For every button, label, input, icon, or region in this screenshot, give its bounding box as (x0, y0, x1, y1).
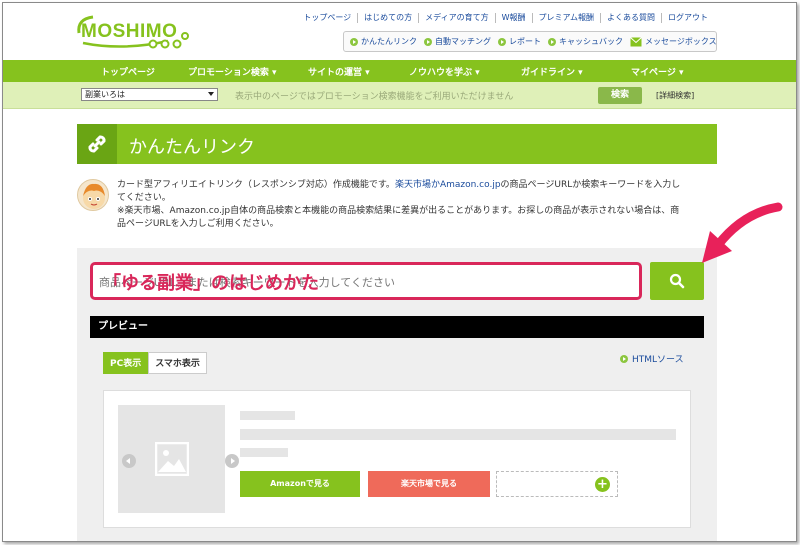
search-button[interactable]: 検索 (598, 87, 642, 104)
page-title-banner: かんたんリンク (77, 124, 717, 164)
intro-description: カード型アフィリエイトリンク（レスポンシブ対応）作成機能です。楽天市場かAmaz… (117, 180, 681, 229)
browser-frame: MOSHIMO トップページ はじめての方 メディアの育て方 W報酬 プレミアム… (2, 2, 797, 542)
toplink-w-reward[interactable]: W報酬 (494, 13, 532, 23)
preview-card: Amazonで見る 楽天市場で見る + (103, 390, 691, 528)
advanced-search-link[interactable]: [詳細検索] (656, 90, 694, 101)
next-image-arrow[interactable] (225, 454, 239, 468)
moshimo-logo[interactable]: MOSHIMO (73, 11, 198, 56)
tab-smartphone[interactable]: スマホ表示 (148, 352, 207, 374)
html-source-link[interactable]: HTMLソース (620, 352, 684, 365)
rakuten-button[interactable]: 楽天市場で見る (368, 471, 490, 497)
add-button-slot[interactable]: + (496, 471, 618, 497)
overlay-annotation-label: 「ゆる副業」のはじめかた (103, 273, 319, 294)
nav-top[interactable]: トップページ (101, 65, 155, 78)
quick-link-cashback[interactable]: キャッシュバック (548, 36, 623, 47)
quick-link-auto-matching[interactable]: 自動マッチング (424, 36, 491, 47)
plus-icon: + (595, 477, 610, 492)
intro-link[interactable]: 楽天市場かAmazon.co.jp (395, 180, 501, 190)
quick-link-bar: かんたんリンク 自動マッチング レポート キャッシュバック メッセージボックス (343, 31, 717, 52)
nav-mypage[interactable]: マイページ ▾ (631, 65, 683, 78)
promotion-search-bar: 副業いろは 表示中のページではプロモーション検索機能をご利用いただけません 検索… (3, 82, 796, 109)
main-nav: トップページ プロモーション検索 ▾ サイトの運営 ▾ ノウハウを学ぶ ▾ ガイ… (3, 60, 796, 82)
mascot-avatar (77, 179, 109, 211)
preview-header: プレビュー (90, 316, 704, 338)
price-placeholder (240, 448, 288, 457)
nav-guideline[interactable]: ガイドライン ▾ (521, 65, 583, 78)
toplink-faq[interactable]: よくある質問 (600, 13, 661, 23)
search-unavailable-notice: 表示中のページではプロモーション検索機能をご利用いただけません (235, 92, 514, 102)
title-icon-box (77, 124, 117, 164)
logo-text: MOSHIMO (81, 21, 177, 42)
link-tool-panel: 「ゆる副業」のはじめかた プレビュー PC表示 スマホ表示 HTMLソース (77, 248, 717, 541)
preview-tabs: PC表示 スマホ表示 (103, 352, 207, 374)
category-select[interactable]: 副業いろは (81, 88, 218, 101)
prev-image-arrow[interactable] (122, 454, 136, 468)
chevron-down-icon (208, 92, 214, 96)
nav-knowhow[interactable]: ノウハウを学ぶ ▾ (409, 65, 480, 78)
play-icon (424, 37, 432, 46)
link-icon (88, 135, 106, 153)
play-icon (620, 354, 628, 363)
toplink-beginner[interactable]: はじめての方 (357, 13, 418, 23)
mail-icon (630, 36, 642, 46)
play-icon (498, 37, 506, 46)
image-icon (155, 442, 189, 476)
amazon-button[interactable]: Amazonで見る (240, 471, 360, 497)
quick-link-messagebox[interactable]: メッセージボックス (630, 36, 717, 47)
toplink-premium[interactable]: プレミアム報酬 (531, 13, 600, 23)
toplink-top[interactable]: トップページ (297, 13, 357, 23)
tab-pc[interactable]: PC表示 (103, 352, 149, 374)
annotation-arrow-icon (702, 202, 783, 263)
product-image-placeholder (118, 405, 239, 513)
title-placeholder (240, 411, 295, 420)
toplink-media[interactable]: メディアの育て方 (418, 13, 494, 23)
play-icon (548, 37, 556, 46)
page-title: かんたんリンク (129, 137, 255, 158)
toplink-logout[interactable]: ログアウト (661, 13, 714, 23)
play-icon (350, 37, 358, 46)
text-placeholder (240, 429, 676, 440)
quick-link-kantan[interactable]: かんたんリンク (350, 36, 417, 47)
search-icon (669, 273, 685, 289)
top-links: トップページ はじめての方 メディアの育て方 W報酬 プレミアム報酬 よくある質… (297, 13, 714, 23)
nav-promotion-search[interactable]: プロモーション検索 ▾ (188, 65, 276, 78)
nav-site-management[interactable]: サイトの運営 ▾ (308, 65, 370, 78)
quick-link-report[interactable]: レポート (498, 36, 541, 47)
